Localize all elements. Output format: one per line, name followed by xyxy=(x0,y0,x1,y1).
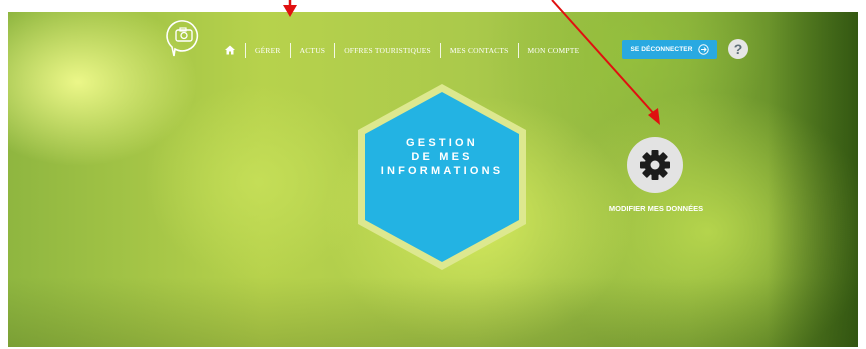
nav-item-offres-touristiques[interactable]: OFFRES TOURISTIQUES xyxy=(344,46,431,55)
nav-separator xyxy=(334,42,336,58)
background-shade-right xyxy=(768,12,858,347)
nav-item-actus[interactable]: ACTUS xyxy=(300,46,326,55)
main-nav: GÉRER ACTUS OFFRES TOURISTIQUES MES CONT… xyxy=(224,41,579,59)
home-icon[interactable] xyxy=(224,44,236,56)
logout-label: SE DÉCONNECTER xyxy=(630,46,693,53)
site-logo[interactable] xyxy=(166,18,202,58)
nav-separator xyxy=(245,42,246,58)
hex-line-3: INFORMATIONS xyxy=(380,165,504,177)
help-button[interactable]: ? xyxy=(728,39,748,59)
modify-data-button[interactable] xyxy=(627,137,683,193)
nav-item-mon-compte[interactable]: MON COMPTE xyxy=(528,46,580,55)
nav-separator xyxy=(439,42,441,58)
modify-data-label[interactable]: MODIFIER MES DONNÉES xyxy=(590,204,722,213)
logout-button[interactable]: SE DÉCONNECTER xyxy=(622,40,717,59)
help-label: ? xyxy=(733,41,743,57)
camera-bubble-icon xyxy=(166,20,199,57)
nav-separator xyxy=(517,42,519,58)
hex-line-1: GESTION xyxy=(406,137,478,149)
nav-separator xyxy=(289,42,291,58)
nav-item-mes-contacts[interactable]: MES CONTACTS xyxy=(450,46,509,55)
gear-icon xyxy=(640,150,670,180)
manage-info-title: GESTION DE MES INFORMATIONS xyxy=(354,136,530,178)
nav-item-gerer[interactable]: GÉRER xyxy=(255,46,281,55)
background-shade-bottom xyxy=(8,277,858,347)
hex-line-2: DE MES xyxy=(411,151,473,163)
arrow-circle-right-icon xyxy=(697,44,709,55)
